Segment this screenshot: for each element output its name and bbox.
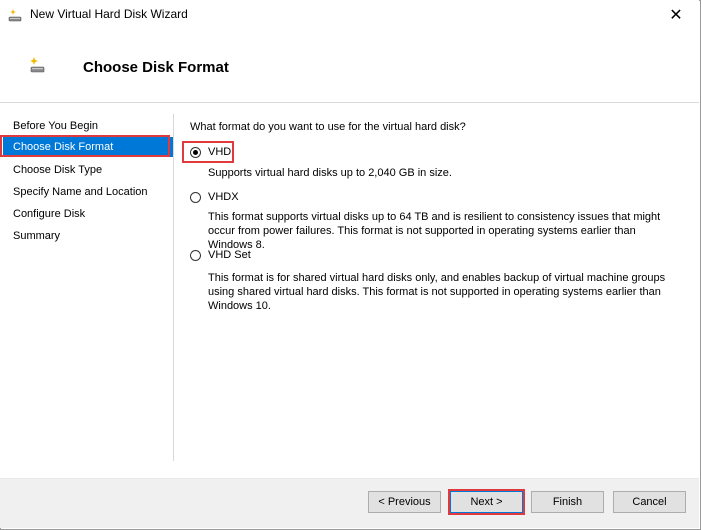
option-description: This format supports virtual disks up to… xyxy=(208,211,661,251)
radio-label: VHDX xyxy=(208,191,239,203)
radio-button[interactable] xyxy=(190,249,201,261)
radio-button[interactable] xyxy=(190,191,201,203)
page-title: Choose Disk Format xyxy=(83,59,229,76)
previous-button[interactable]: < Previous xyxy=(368,491,441,513)
highlight-box xyxy=(0,135,170,157)
radio-option-vhd-set[interactable]: VHD Set xyxy=(190,247,251,263)
sidebar-item-summary[interactable]: Summary xyxy=(13,226,60,246)
radio-option-vhdx[interactable]: VHDX xyxy=(190,189,239,205)
radio-label: VHD Set xyxy=(208,249,251,261)
sidebar-divider xyxy=(173,114,174,461)
format-question: What format do you want to use for the v… xyxy=(190,121,466,133)
sidebar-item-before-you-begin[interactable]: Before You Begin xyxy=(13,116,98,136)
sidebar-item-specify-name-and-location[interactable]: Specify Name and Location xyxy=(13,182,148,202)
sidebar-item-configure-disk[interactable]: Configure Disk xyxy=(13,204,85,224)
disk-sparkle-icon xyxy=(7,7,23,23)
highlight-box xyxy=(448,489,525,515)
finish-button[interactable]: Finish xyxy=(531,491,604,513)
window-title: New Virtual Hard Disk Wizard xyxy=(30,7,188,21)
close-button[interactable]: ✕ xyxy=(653,0,699,30)
cancel-button[interactable]: Cancel xyxy=(613,491,686,513)
highlight-box xyxy=(182,141,234,163)
sidebar-item-choose-disk-type[interactable]: Choose Disk Type xyxy=(13,160,102,180)
option-description: This format is for shared virtual hard d… xyxy=(208,272,666,312)
option-description: Supports virtual hard disks up to 2,040 … xyxy=(208,167,452,179)
close-icon: ✕ xyxy=(669,7,683,24)
disk-sparkle-icon xyxy=(28,56,46,74)
title-bar: New Virtual Hard Disk Wizard ✕ xyxy=(0,0,699,30)
wizard-header: Choose Disk Format xyxy=(0,30,699,103)
